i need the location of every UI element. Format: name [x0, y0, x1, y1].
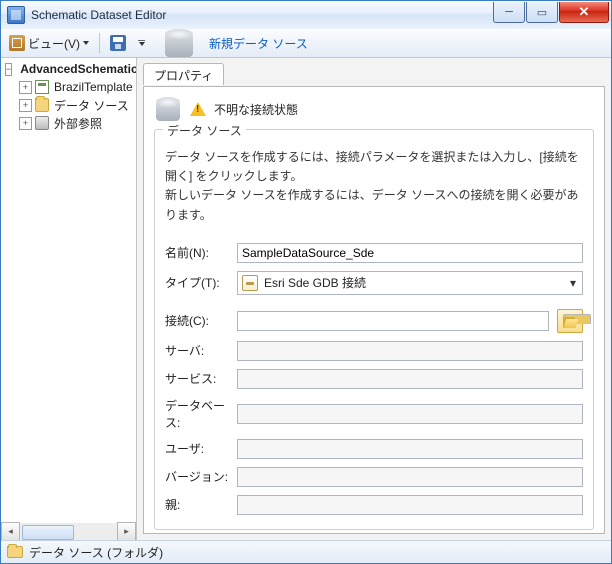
tree-node-datasources[interactable]: + データ ソース: [17, 96, 136, 114]
database-label: データベース:: [165, 397, 229, 431]
tree-node-external[interactable]: + 外部参照: [17, 114, 136, 132]
expander-icon[interactable]: +: [19, 99, 32, 112]
overflow-icon: [138, 40, 145, 46]
scroll-thumb[interactable]: [22, 525, 74, 540]
row-connection: 接続(C):: [165, 309, 583, 333]
esri-sde-icon: [242, 275, 258, 291]
hint-line-1: データ ソースを作成するには、接続パラメータを選択または入力し、[接続を開く] …: [165, 148, 583, 186]
scroll-left-button[interactable]: ◂: [1, 522, 20, 541]
service-label: サービス:: [165, 370, 229, 387]
browse-connection-button[interactable]: [557, 309, 583, 333]
minimize-button[interactable]: ─: [493, 2, 525, 23]
client-area: − AdvancedSchematic + BrazilTemplate + デ…: [1, 58, 611, 540]
folder-open-icon: [562, 313, 578, 329]
tree-node-label: BrazilTemplate: [52, 80, 135, 94]
tree-body: − AdvancedSchematic + BrazilTemplate + デ…: [1, 58, 136, 523]
row-type: タイプ(T): Esri Sde GDB 接続 ▾: [165, 271, 583, 295]
type-value: Esri Sde GDB 接続: [264, 274, 366, 291]
row-user: ユーザ:: [165, 439, 583, 459]
scroll-right-button[interactable]: ▸: [117, 522, 136, 541]
datasource-icon: [154, 95, 182, 123]
tree-root-node[interactable]: − AdvancedSchematic: [3, 60, 136, 78]
app-window: Schematic Dataset Editor ─ ▭ ✕ ビュー(V) 新規…: [0, 0, 612, 564]
row-database: データベース:: [165, 397, 583, 431]
tree-node-template[interactable]: + BrazilTemplate: [17, 78, 136, 96]
chevron-down-icon: [83, 41, 89, 45]
parent-label: 親:: [165, 496, 229, 513]
folder-icon: [35, 98, 49, 112]
hint-line-2: 新しいデータ ソースを作成するには、データ ソースへの接続を開く必要があります。: [165, 186, 583, 224]
row-service: サービス:: [165, 369, 583, 389]
type-combobox[interactable]: Esri Sde GDB 接続 ▾: [237, 271, 583, 295]
user-label: ユーザ:: [165, 440, 229, 457]
template-icon: [35, 80, 49, 94]
tab-strip: プロパティ: [143, 62, 605, 84]
toolbar-separator: [99, 33, 100, 53]
save-icon: [110, 35, 126, 51]
connection-status-text: 不明な接続状態: [214, 101, 298, 118]
hint-text: データ ソースを作成するには、接続パラメータを選択または入力し、[接続を開く] …: [165, 148, 583, 225]
type-label: タイプ(T):: [165, 274, 229, 291]
app-icon: [7, 6, 25, 24]
row-name: 名前(N):: [165, 243, 583, 263]
maximize-button[interactable]: ▭: [526, 2, 558, 23]
status-bar-text: データ ソース (フォルダ): [29, 544, 163, 561]
expander-icon[interactable]: +: [19, 117, 32, 130]
row-version: バージョン:: [165, 467, 583, 487]
status-bar: データ ソース (フォルダ): [1, 540, 611, 563]
view-menu-button[interactable]: ビュー(V): [5, 32, 93, 54]
connection-input[interactable]: [237, 311, 549, 331]
row-server: サーバ:: [165, 341, 583, 361]
tree-node-label: 外部参照: [52, 115, 104, 132]
server-label: サーバ:: [165, 342, 229, 359]
right-panel: プロパティ 不明な接続状態 データ ソース データ ソースを作成するには、接続パ…: [137, 58, 611, 540]
tree-root-label: AdvancedSchematic: [18, 62, 136, 76]
window-title: Schematic Dataset Editor: [31, 8, 492, 22]
tree-icon: [9, 35, 25, 51]
row-parent: 親:: [165, 495, 583, 515]
navigation-tree: − AdvancedSchematic + BrazilTemplate + デ…: [1, 58, 137, 540]
service-value: [237, 369, 583, 389]
warning-icon: [190, 102, 206, 116]
expander-icon[interactable]: −: [5, 63, 12, 76]
titlebar: Schematic Dataset Editor ─ ▭ ✕: [1, 1, 611, 29]
tab-page-properties: 不明な接続状態 データ ソース データ ソースを作成するには、接続パラメータを選…: [143, 86, 605, 534]
server-value: [237, 341, 583, 361]
window-controls: ─ ▭ ✕: [492, 2, 609, 22]
connection-status-row: 不明な接続状態: [154, 95, 594, 123]
datasource-group: データ ソース データ ソースを作成するには、接続パラメータを選択または入力し、…: [154, 129, 594, 530]
expander-icon[interactable]: +: [19, 81, 32, 94]
user-value: [237, 439, 583, 459]
view-menu-label: ビュー(V): [28, 35, 80, 52]
tab-properties-label: プロパティ: [154, 69, 213, 83]
tree-horizontal-scrollbar[interactable]: ◂ ▸: [1, 523, 136, 540]
parent-value: [237, 495, 583, 515]
version-value: [237, 467, 583, 487]
new-datasource-link[interactable]: 新規データ ソース: [209, 35, 308, 52]
folder-icon: [7, 546, 23, 558]
toolbar: ビュー(V) 新規データ ソース: [1, 29, 611, 58]
group-legend: データ ソース: [163, 122, 246, 139]
name-label: 名前(N):: [165, 244, 229, 261]
close-button[interactable]: ✕: [559, 2, 609, 23]
external-ref-icon: [35, 116, 49, 130]
chevron-down-icon: ▾: [564, 276, 582, 290]
version-label: バージョン:: [165, 468, 229, 485]
scroll-track[interactable]: [20, 523, 117, 540]
toolbar-overflow-button[interactable]: [134, 32, 149, 54]
tree-node-label: データ ソース: [52, 97, 131, 114]
database-value: [237, 404, 583, 424]
connection-label: 接続(C):: [165, 312, 229, 329]
name-input[interactable]: [237, 243, 583, 263]
tab-properties[interactable]: プロパティ: [143, 63, 224, 85]
save-button[interactable]: [106, 32, 130, 54]
datasource-icon: [163, 27, 195, 59]
